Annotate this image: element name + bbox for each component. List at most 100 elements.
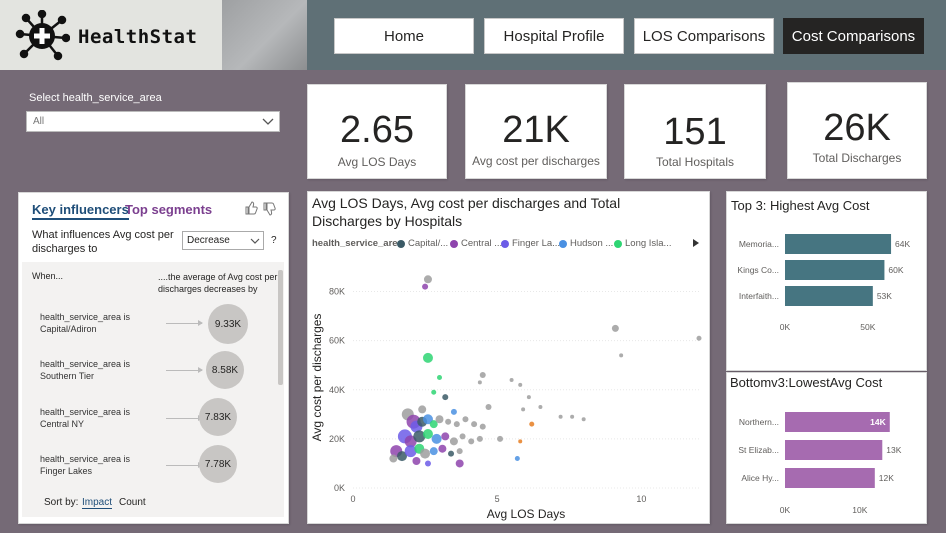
influencer-bubble[interactable]: 8.58K	[206, 351, 244, 389]
legend-item[interactable]: Long Isla...	[614, 238, 671, 249]
y-axis-label: Avg cost per discharges	[310, 314, 324, 442]
bar-value-label: 60K	[888, 265, 903, 275]
scatter-point	[422, 352, 433, 363]
bar	[785, 260, 885, 280]
kpi-value: 151	[663, 111, 727, 153]
legend-item[interactable]: Finger La...	[501, 238, 560, 249]
nav-los-comparisons-button[interactable]: LOS Comparisons	[634, 18, 774, 54]
kpi-value: 2.65	[340, 109, 414, 151]
influencer-bubble[interactable]: 9.33K	[208, 304, 248, 344]
bar	[785, 440, 883, 460]
legend-item[interactable]: Capital/...	[397, 238, 448, 249]
legend-dot	[559, 239, 567, 248]
column-header-when: When...	[32, 271, 64, 281]
scatter-point	[424, 460, 431, 467]
scatter-point	[479, 372, 486, 379]
top3-bar-chart: Memoria... 64K Kings Co... 60K Interfaith...…	[737, 234, 911, 332]
chevron-down-icon[interactable]	[262, 115, 274, 127]
scatter-point	[696, 335, 702, 341]
scatter-point	[514, 456, 520, 462]
bar-category-label: St Elizab...	[738, 445, 779, 455]
legend-dot	[501, 239, 509, 248]
scatter-point	[435, 415, 444, 424]
legend-item[interactable]: Central ...	[450, 238, 502, 249]
kpi-card-total-hospitals: 151 Total Hospitals	[624, 84, 766, 179]
bar	[785, 286, 873, 306]
top3-title: Top 3: Highest Avg Cost	[731, 198, 870, 213]
bar-category-label: Memoria...	[739, 239, 779, 249]
thumbs-down-icon[interactable]	[262, 202, 276, 216]
scatter-point	[455, 459, 464, 468]
tab-top-segments[interactable]: Top segments	[125, 202, 212, 217]
app-name: HealthStat	[78, 26, 198, 48]
legend-next-arrow-icon[interactable]	[692, 238, 700, 248]
thumbs-up-icon[interactable]	[244, 201, 258, 215]
influencer-row-label[interactable]: health_service_area is Central NY	[40, 406, 140, 430]
legend-label: Finger La...	[512, 238, 561, 249]
scatter-point	[581, 417, 586, 422]
y-tick-label: 20K	[329, 434, 345, 444]
legend-label: Hudson ...	[570, 238, 614, 249]
bar-value-label: 14K	[870, 417, 886, 427]
scatter-point	[389, 454, 398, 463]
influencer-bubble[interactable]: 7.83K	[199, 398, 237, 436]
legend-dot	[450, 239, 458, 248]
direction-dropdown[interactable]: Decrease	[182, 231, 264, 250]
chevron-down-icon[interactable]	[250, 236, 260, 246]
column-header-effect: ....the average of Avg cost per discharg…	[158, 272, 278, 294]
influencer-value: 7.83K	[204, 411, 232, 423]
y-tick-label: 40K	[329, 385, 345, 395]
bar-category-label: Northern...	[739, 417, 779, 427]
slicer-value: All	[33, 116, 45, 127]
influencer-arrow	[166, 415, 203, 421]
influencers-panel	[22, 262, 284, 517]
scatter-point	[468, 438, 475, 445]
legend-label: Capital/...	[408, 238, 449, 249]
kpi-card-avg-cost: 21K Avg cost per discharges	[465, 84, 607, 179]
kpi-card-avg-los: 2.65 Avg LOS Days	[307, 84, 447, 179]
x-tick-label: 10K	[852, 505, 867, 515]
bar-value-label: 64K	[895, 239, 910, 249]
sort-count-button[interactable]: Count	[119, 497, 146, 508]
kpi-label: Avg LOS Days	[337, 155, 417, 169]
legend-label: Long Isla...	[625, 238, 672, 249]
influencer-row-label[interactable]: health_service_area is Southern Tier	[40, 358, 140, 382]
bar-category-label: Interfaith...	[739, 291, 779, 301]
logo-area: HealthStat	[0, 0, 307, 70]
scatter-plot: 0K 20K 40K 60K 80K 0 5 10 Avg LOS Days Avg cost p…	[310, 275, 702, 521]
bar-value-label: 12K	[879, 473, 894, 483]
bottom3-title: Bottomv3:LowestAvg Cost	[730, 375, 883, 390]
scatter-point	[529, 421, 535, 427]
nav-home-button[interactable]: Home	[334, 18, 474, 54]
health-service-area-dropdown[interactable]: All	[26, 111, 280, 132]
scatter-point	[450, 408, 457, 415]
x-tick-label: 5	[495, 494, 500, 504]
nav-hospital-profile-button[interactable]: Hospital Profile	[484, 18, 624, 54]
x-axis-label: Avg LOS Days	[487, 507, 565, 521]
scatter-point	[453, 421, 460, 428]
legend-item[interactable]: Hudson ...	[559, 238, 613, 249]
scatter-point	[456, 448, 463, 455]
tab-key-influencers[interactable]: Key influencers	[32, 202, 129, 220]
scatter-point	[485, 403, 492, 410]
influencer-row-label[interactable]: health_service_area is Finger Lakes	[40, 453, 140, 477]
scatter-point	[437, 375, 442, 380]
scatter-point	[429, 447, 438, 456]
nav-cost-comparisons-button[interactable]: Cost Comparisons	[783, 18, 924, 54]
influencer-row-label[interactable]: health_service_area is Capital/Adiron	[40, 311, 140, 335]
scatter-point	[448, 450, 455, 457]
scatter-point	[442, 394, 449, 401]
scatter-point	[477, 380, 482, 385]
scatter-point	[418, 405, 427, 414]
scatter-point	[438, 444, 447, 453]
influencer-bubble[interactable]: 7.78K	[199, 445, 237, 483]
help-icon[interactable]: ?	[271, 235, 277, 246]
scatter-point	[526, 395, 531, 400]
sort-impact-button[interactable]: Impact	[82, 497, 113, 509]
scatter-point	[570, 414, 575, 419]
influencer-arrow	[166, 462, 203, 468]
kpi-value: 26K	[823, 107, 891, 149]
scatter-point	[611, 324, 619, 332]
legend-label: Central ...	[461, 238, 503, 249]
influencers-scrollbar[interactable]	[278, 270, 283, 385]
